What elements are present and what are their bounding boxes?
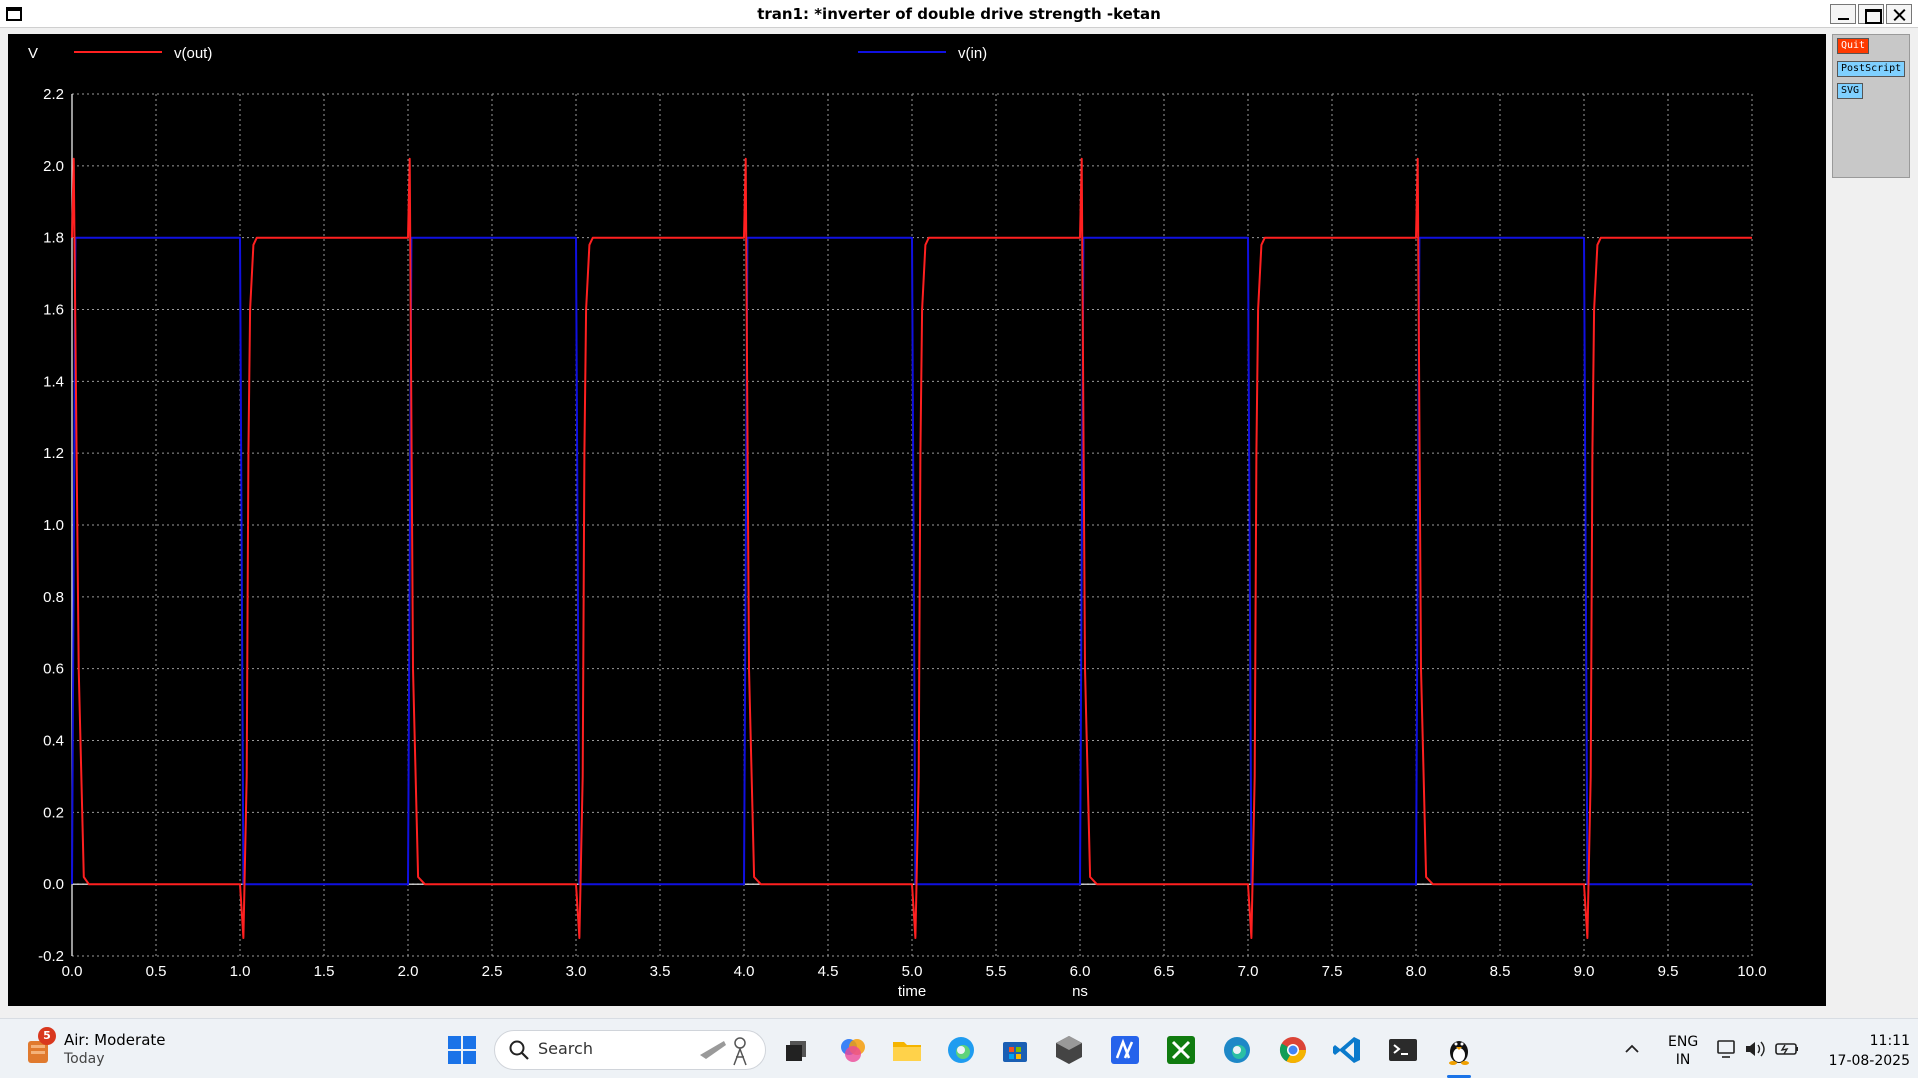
y-tick-label: 1.8 [43, 230, 64, 247]
x-tick-label: 5.0 [902, 963, 923, 980]
x-tick-label: 6.0 [1070, 963, 1091, 980]
y-tick-label: 2.2 [43, 86, 64, 103]
title-bar[interactable]: tran1: *inverter of double drive strengt… [0, 0, 1918, 28]
app-window: tran1: *inverter of double drive strengt… [0, 0, 1918, 1018]
taskbar: 5 Air: Moderate Today Search ENG IN 11:1… [0, 1018, 1918, 1078]
y-tick-label: -0.2 [38, 948, 64, 965]
task-view-icon[interactable] [780, 1033, 814, 1067]
x-tick-label: 10.0 [1737, 963, 1766, 980]
svg-export-button[interactable]: SVG [1837, 83, 1864, 99]
chevron-up-icon[interactable] [1622, 1041, 1642, 1057]
clock-date: 17-08-2025 [1828, 1053, 1910, 1069]
system-clock[interactable]: 11:11 17-08-2025 [1815, 1031, 1910, 1071]
clock-time: 11:11 [1869, 1033, 1910, 1049]
y-tick-label: 1.4 [43, 373, 64, 390]
edge-beta-icon[interactable] [1220, 1033, 1254, 1067]
vscode-icon[interactable] [1330, 1033, 1364, 1067]
x-tick-label: 0.0 [62, 963, 83, 980]
x-tick-label: 2.0 [398, 963, 419, 980]
x-tick-label: 4.5 [818, 963, 839, 980]
window-title: tran1: *inverter of double drive strengt… [757, 5, 1161, 23]
weather-badge: 5 [38, 1027, 56, 1045]
x-tick-label: 1.0 [230, 963, 251, 980]
legend-label: v(in) [958, 45, 987, 62]
weather-subtitle: Today [64, 1051, 105, 1067]
y-tick-label: 1.6 [43, 302, 64, 319]
x-tick-label: 9.0 [1574, 963, 1595, 980]
3d-viewer-icon[interactable] [1052, 1033, 1086, 1067]
system-tray-icons[interactable] [1712, 1037, 1804, 1061]
language-indicator[interactable]: ENG IN [1668, 1033, 1698, 1069]
tux-linux-icon[interactable] [1442, 1033, 1476, 1067]
y-tick-label: 1.0 [43, 517, 64, 534]
y-tick-label: 1.2 [43, 445, 64, 462]
quit-button[interactable]: Quit [1837, 38, 1870, 54]
edge-icon[interactable] [944, 1033, 978, 1067]
y-axis-unit: V [28, 45, 38, 62]
x-tick-label: 9.5 [1658, 963, 1679, 980]
volume-icon [1746, 1041, 1765, 1057]
search-placeholder: Search [538, 1039, 593, 1058]
close-button[interactable] [1886, 4, 1912, 24]
postscript-button[interactable]: PostScript [1837, 61, 1906, 77]
chrome-icon[interactable] [1276, 1033, 1310, 1067]
xbox-icon[interactable] [1164, 1033, 1198, 1067]
maximize-button[interactable] [1858, 4, 1884, 24]
x-tick-label: 7.0 [1238, 963, 1259, 980]
x-tick-label: 3.0 [566, 963, 587, 980]
y-tick-label: 0.4 [43, 733, 64, 750]
x-tick-label: 8.5 [1490, 963, 1511, 980]
waveform-chart[interactable]: 0.0 0.5 1.0 1.5 2.0 2.5 3.0 3.5 4.0 4.5 5.0 5.5 6.0 6… [8, 34, 1826, 1006]
x-tick-label: 2.5 [482, 963, 503, 980]
y-tick-label: 2.0 [43, 158, 64, 175]
x-tick-label: 8.0 [1406, 963, 1427, 980]
search-icon [509, 1040, 529, 1060]
language-code: ENG [1668, 1034, 1699, 1050]
file-explorer-icon[interactable] [890, 1033, 924, 1067]
copilot-icon[interactable] [836, 1033, 870, 1067]
x-axis-label: time [898, 983, 926, 1000]
legend-label: v(out) [174, 45, 212, 62]
y-tick-label: 0.0 [43, 876, 64, 893]
alacritty-icon[interactable] [1108, 1033, 1142, 1067]
search-highlight-icon [700, 1037, 747, 1066]
y-tick-label: 0.6 [43, 661, 64, 678]
y-tick-label: 0.8 [43, 589, 64, 606]
weather-title[interactable]: Air: Moderate [64, 1031, 166, 1049]
minimize-button[interactable] [1830, 4, 1856, 24]
x-tick-label: 7.5 [1322, 963, 1343, 980]
x-tick-label: 3.5 [650, 963, 671, 980]
x-tick-label: 6.5 [1154, 963, 1175, 980]
side-button-panel: Quit PostScript SVG [1832, 34, 1910, 178]
x-tick-label: 4.0 [734, 963, 755, 980]
y-tick-label: 0.2 [43, 804, 64, 821]
network-icon [1717, 1040, 1735, 1058]
windows-start-icon[interactable] [448, 1036, 476, 1064]
region-code: IN [1675, 1052, 1691, 1068]
terminal-icon[interactable] [1386, 1033, 1420, 1067]
battery-icon [1775, 1043, 1798, 1055]
x-tick-label: 1.5 [314, 963, 335, 980]
microsoft-store-icon[interactable] [998, 1033, 1032, 1067]
plot-area[interactable]: 0.0 0.5 1.0 1.5 2.0 2.5 3.0 3.5 4.0 4.5 5.0 5.5 6.0 6… [8, 34, 1826, 1006]
x-axis-unit: ns [1072, 983, 1088, 1000]
x-tick-label: 5.5 [986, 963, 1007, 980]
x-tick-label: 0.5 [146, 963, 167, 980]
